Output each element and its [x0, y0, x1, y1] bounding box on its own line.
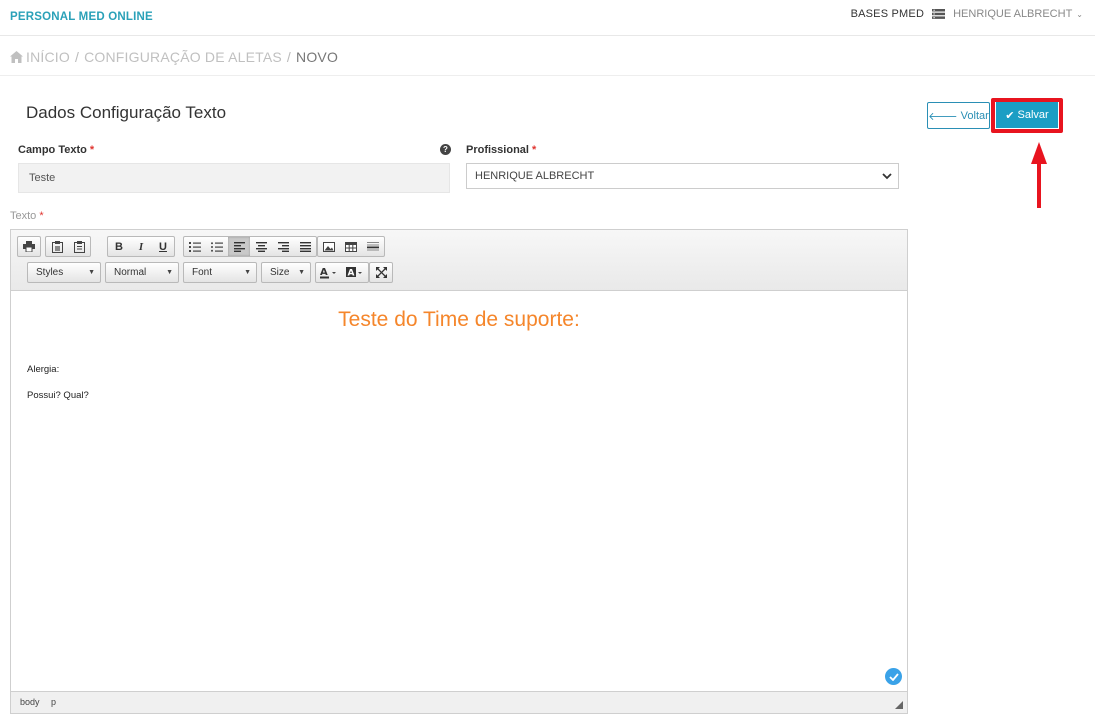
chevron-down-icon	[882, 173, 892, 180]
content-line-alergia: Alergia:	[27, 364, 60, 375]
database-icon[interactable]	[932, 9, 946, 19]
rich-text-editor: B I U Styles ▼ Normal ▼ Font ▼ Size ▼ A …	[10, 229, 908, 714]
horizontal-line-icon[interactable]	[362, 237, 384, 256]
styles-dropdown[interactable]: Styles ▼	[27, 262, 101, 283]
content-line-possui: Possui? Qual?	[27, 390, 89, 401]
content-heading: Teste do Time de suporte:	[338, 308, 580, 331]
bullet-list-icon[interactable]	[206, 237, 228, 256]
paste-icon[interactable]	[46, 237, 68, 256]
user-menu[interactable]: HENRIQUE ALBRECHT	[953, 8, 1072, 20]
page-title: Dados Configuração Texto	[26, 103, 227, 122]
chevron-down-icon[interactable]: ⌄	[1076, 10, 1083, 19]
list-align-group	[183, 236, 317, 257]
numbered-list-icon[interactable]	[184, 237, 206, 256]
profissional-select[interactable]: HENRIQUE ALBRECHT	[466, 163, 899, 189]
breadcrumb-home[interactable]: INÍCIO	[26, 49, 70, 65]
divider	[0, 75, 1095, 76]
save-button[interactable]: ✔ Salvar	[996, 102, 1058, 128]
paste-text-icon[interactable]	[68, 237, 90, 256]
basic-style-group: B I U	[107, 236, 175, 257]
table-icon[interactable]	[340, 237, 362, 256]
arrow-left-icon: 🡐	[928, 110, 958, 123]
back-button[interactable]: 🡐 Voltar	[927, 102, 990, 129]
font-dropdown[interactable]: Font ▼	[183, 262, 257, 283]
editor-toolbar: B I U Styles ▼ Normal ▼ Font ▼ Size ▼ A …	[11, 230, 907, 291]
svg-text:A: A	[320, 267, 328, 278]
path-p[interactable]: p	[51, 697, 56, 707]
clipboard-group	[45, 236, 91, 257]
campo-texto-label: Campo Texto *	[18, 144, 95, 156]
texto-label: Texto *	[10, 210, 44, 222]
back-button-label: Voltar	[960, 109, 989, 122]
bases-menu[interactable]: BASES PMED	[851, 8, 925, 20]
background-color-icon[interactable]: A	[342, 263, 368, 282]
top-right-menu: BASES PMED HENRIQUE ALBRECHT ⌄	[851, 8, 1083, 20]
annotation-arrow-up-icon	[1031, 142, 1047, 208]
align-center-icon[interactable]	[250, 237, 272, 256]
brand-logo-text[interactable]: PERSONAL MED ONLINE	[10, 11, 153, 23]
breadcrumb-current: NOVO	[296, 49, 339, 65]
spellcheck-check-icon[interactable]	[885, 668, 902, 685]
print-group	[17, 236, 41, 257]
breadcrumb-section[interactable]: CONFIGURAÇÃO DE ALETAS	[84, 49, 282, 65]
maximize-icon[interactable]	[370, 263, 392, 282]
path-body[interactable]: body	[20, 697, 40, 707]
svg-text:A: A	[348, 268, 355, 278]
save-button-label: Salvar	[1017, 109, 1049, 121]
format-dropdown[interactable]: Normal ▼	[105, 262, 179, 283]
profissional-label: Profissional *	[466, 144, 537, 156]
breadcrumb: INÍCIO / CONFIGURAÇÃO DE ALETAS / NOVO	[10, 49, 338, 65]
align-justify-icon[interactable]	[294, 237, 316, 256]
bold-icon[interactable]: B	[108, 237, 130, 256]
resize-grip-icon[interactable]	[895, 701, 903, 709]
element-path: body p	[20, 697, 65, 707]
breadcrumb-separator: /	[286, 49, 292, 65]
profissional-selected-value: HENRIQUE ALBRECHT	[475, 170, 595, 182]
breadcrumb-separator: /	[74, 49, 80, 65]
top-navbar: PERSONAL MED ONLINE BASES PMED HENRIQUE …	[0, 0, 1095, 36]
editor-content-area[interactable]: Teste do Time de suporte: Alergia: Possu…	[11, 292, 907, 690]
editor-status-bar: body p	[11, 691, 907, 713]
maximize-group	[369, 262, 393, 283]
color-group: A A	[315, 262, 369, 283]
print-icon[interactable]	[18, 237, 40, 256]
size-dropdown[interactable]: Size ▼	[261, 262, 311, 283]
underline-icon[interactable]: U	[152, 237, 174, 256]
campo-texto-input[interactable]: Teste	[18, 163, 450, 193]
check-icon: ✔	[1005, 109, 1015, 122]
help-icon[interactable]: ?	[440, 144, 451, 155]
text-color-icon[interactable]: A	[316, 263, 342, 282]
image-icon[interactable]	[318, 237, 340, 256]
italic-icon[interactable]: I	[130, 237, 152, 256]
align-right-icon[interactable]	[272, 237, 294, 256]
align-left-icon[interactable]	[228, 237, 250, 256]
home-icon[interactable]	[10, 51, 23, 63]
insert-group	[317, 236, 385, 257]
